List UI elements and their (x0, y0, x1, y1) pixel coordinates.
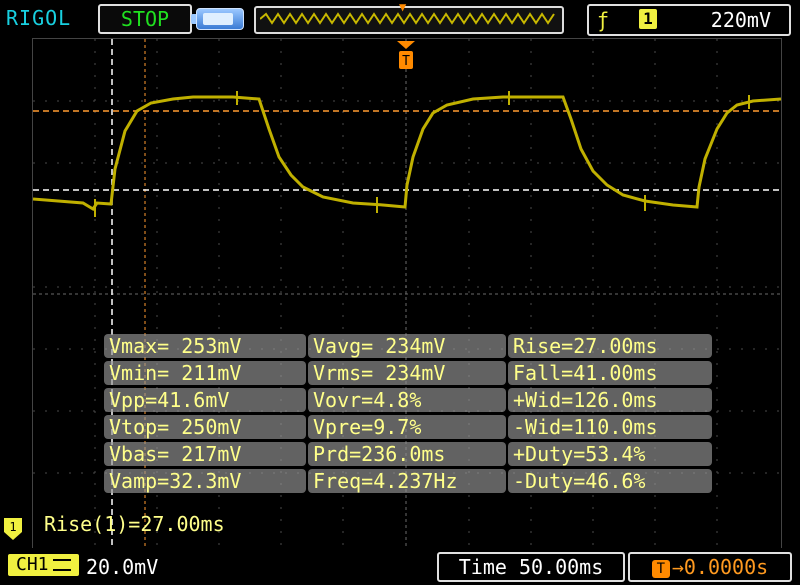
measure-prd: Prd=236.0ms (308, 442, 506, 466)
measure-vpp: Vpp=41.6mV (104, 388, 306, 412)
trigger-settings-box[interactable]: ƒ 1 220mV (587, 4, 791, 36)
trigger-level: 220mV (710, 8, 771, 32)
channel-marker-icon: 1 (4, 518, 22, 540)
brand-logo: RIGOL (6, 6, 72, 30)
measure-vmax: Vmax= 253mV (104, 334, 306, 358)
trigger-position-marker: ▼ (399, 0, 407, 14)
battery-icon (191, 8, 244, 30)
cursor-readout: Rise(1)=27.00ms (44, 512, 225, 536)
run-stop-status[interactable]: STOP (98, 4, 192, 34)
measure-nduty: -Duty=46.6% (508, 469, 712, 493)
timebase-box[interactable]: Time 50.00ms (437, 552, 625, 582)
table-row: Vmin= 211mV Vrms= 234mV Fall=41.00ms (104, 361, 712, 385)
channel-1-badge[interactable]: CH1 (8, 554, 79, 576)
measure-vavg: Vavg= 234mV (308, 334, 506, 358)
memory-waveform-icon (260, 12, 555, 25)
svg-text:T: T (402, 54, 410, 69)
measure-vrms: Vrms= 234mV (308, 361, 506, 385)
measurement-panel: Vmax= 253mV Vavg= 234mV Rise=27.00ms Vmi… (104, 334, 712, 496)
table-row: Vtop= 250mV Vpre=9.7% -Wid=110.0ms (104, 415, 712, 439)
trigger-offset-box[interactable]: T →0.0000s (628, 552, 792, 582)
top-status-bar: RIGOL STOP ▼ ƒ 1 220mV (0, 0, 800, 36)
memory-depth-strip[interactable] (254, 6, 564, 34)
measure-vovr: Vovr=4.8% (308, 388, 506, 412)
trigger-edge-icon: ƒ (597, 8, 610, 32)
trigger-offset-icon: T (651, 559, 670, 578)
trigger-channel-badge: 1 (639, 9, 657, 29)
measure-vtop: Vtop= 250mV (104, 415, 306, 439)
measure-vbas: Vbas= 217mV (104, 442, 306, 466)
trigger-offset-value: 0.0000s (683, 555, 769, 579)
trigger-offset-arrow: → (671, 555, 684, 579)
channel-label: CH1 (16, 554, 49, 575)
measure-pduty: +Duty=53.4% (508, 442, 712, 466)
measure-freq: Freq=4.237Hz (308, 469, 506, 493)
coupling-icon (52, 559, 71, 571)
measure-vamp: Vamp=32.3mV (104, 469, 306, 493)
measure-rise: Rise=27.00ms (508, 334, 712, 358)
table-row: Vbas= 217mV Prd=236.0ms +Duty=53.4% (104, 442, 712, 466)
svg-text:1: 1 (9, 520, 16, 534)
table-row: Vmax= 253mV Vavg= 234mV Rise=27.00ms (104, 334, 712, 358)
measure-nwid: -Wid=110.0ms (508, 415, 712, 439)
measure-vpre: Vpre=9.7% (308, 415, 506, 439)
table-row: Vamp=32.3mV Freq=4.237Hz -Duty=46.6% (104, 469, 712, 493)
vertical-scale[interactable]: 20.0mV (86, 555, 158, 579)
measure-fall: Fall=41.00ms (508, 361, 712, 385)
table-row: Vpp=41.6mV Vovr=4.8% +Wid=126.0ms (104, 388, 712, 412)
bottom-status-bar: CH1 20.0mV Time 50.00ms T →0.0000s (0, 548, 800, 585)
measure-vmin: Vmin= 211mV (104, 361, 306, 385)
measure-pwid: +Wid=126.0ms (508, 388, 712, 412)
